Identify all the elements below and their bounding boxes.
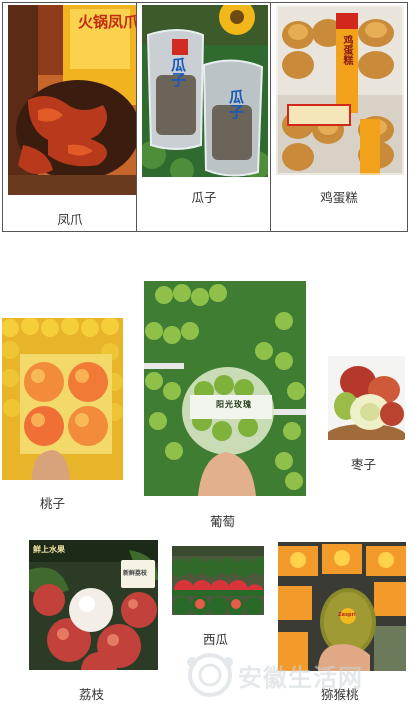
lychee-tag-text: 新鲜荔枝 (123, 570, 148, 577)
grape-package-text: 阳光玫瑰 (216, 399, 252, 409)
table-cell-seeds: 瓜子 瓜子 瓜子 (137, 3, 271, 231)
grape-caption: 葡萄 (210, 514, 236, 529)
jujube-caption: 枣子 (351, 457, 377, 472)
chicken-feet-photo: 火锅凤爪 (8, 5, 136, 195)
seeds-caption: 瓜子 (191, 190, 217, 205)
peach-photo (2, 318, 123, 480)
egg-cake-package-text: 鸡蛋糕 (341, 35, 352, 65)
site-watermark: 安徽生活网 (180, 650, 408, 700)
kiwi-sticker-text: Zespri (338, 612, 356, 618)
watermelon-caption: 西瓜 (203, 632, 229, 647)
lychee-photo: 鲜上水果 新鲜荔枝 (29, 540, 158, 670)
chicken-feet-caption: 凤爪 (57, 212, 83, 227)
watermark-text: 安徽生活网 (238, 664, 363, 692)
lychee-caption: 荔枝 (79, 687, 105, 702)
peach-caption: 桃子 (40, 496, 66, 511)
watermelon-photo (172, 546, 264, 615)
watermark-logo-icon (187, 653, 233, 697)
chicken-feet-package-text: 火锅凤爪 (78, 13, 136, 31)
egg-cake-caption: 鸡蛋糕 (320, 190, 358, 205)
table-cell-chicken-feet: 火锅凤爪 凤爪 (3, 3, 137, 231)
snack-table: 火锅凤爪 凤爪 瓜子 瓜子 瓜子 鸡蛋糕 鸡蛋糕 (2, 2, 408, 232)
lychee-sign-text: 鲜上水果 (33, 544, 65, 554)
jujube-photo (328, 356, 405, 440)
seeds-photo: 瓜子 瓜子 (142, 5, 268, 177)
egg-cake-photo: 鸡蛋糕 (276, 5, 404, 175)
seeds-package-text-right: 瓜子 (227, 89, 245, 119)
grape-photo: 阳光玫瑰 (144, 281, 306, 496)
seeds-package-text-left: 瓜子 (169, 57, 187, 87)
table-cell-egg-cake: 鸡蛋糕 鸡蛋糕 (271, 3, 407, 231)
